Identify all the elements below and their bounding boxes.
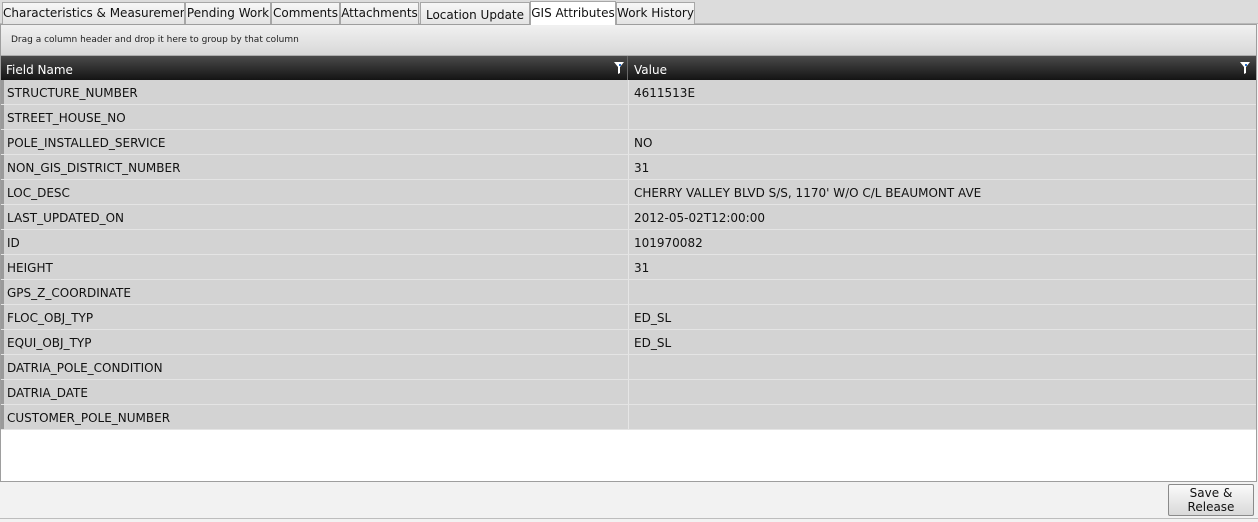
- value-cell[interactable]: 2012-05-02T12:00:00: [629, 205, 1256, 229]
- table-row[interactable]: DATRIA_DATE: [1, 380, 1256, 405]
- field-name-cell[interactable]: GPS_Z_COORDINATE: [1, 280, 629, 304]
- tab-comments[interactable]: Comments: [271, 2, 340, 24]
- save-release-button[interactable]: Save & Release: [1168, 484, 1254, 516]
- value-cell[interactable]: [629, 405, 1256, 429]
- field-name-cell[interactable]: DATRIA_POLE_CONDITION: [1, 355, 629, 379]
- field-name-cell[interactable]: ID: [1, 230, 629, 254]
- value-cell[interactable]: [629, 280, 1256, 304]
- grid-header: Field Name Value: [1, 56, 1256, 80]
- funnel-filter-icon[interactable]: [1240, 62, 1250, 74]
- column-header-field-name[interactable]: Field Name: [1, 56, 628, 80]
- column-header-label: Field Name: [6, 63, 73, 77]
- table-row[interactable]: NON_GIS_DISTRICT_NUMBER 31: [1, 155, 1256, 180]
- table-row[interactable]: LAST_UPDATED_ON 2012-05-02T12:00:00: [1, 205, 1256, 230]
- field-name-cell[interactable]: NON_GIS_DISTRICT_NUMBER: [1, 155, 629, 179]
- value-cell[interactable]: [629, 355, 1256, 379]
- tab-characteristics-measurements[interactable]: Characteristics & Measurements: [2, 2, 185, 24]
- field-name-cell[interactable]: DATRIA_DATE: [1, 380, 629, 404]
- group-by-drop-panel[interactable]: Drag a column header and drop it here to…: [1, 25, 1256, 56]
- column-header-value[interactable]: Value: [629, 56, 1256, 80]
- table-row[interactable]: STREET_HOUSE_NO: [1, 105, 1256, 130]
- field-name-cell[interactable]: HEIGHT: [1, 255, 629, 279]
- tab-pending-work[interactable]: Pending Work: [185, 2, 271, 24]
- table-row[interactable]: STRUCTURE_NUMBER 4611513E: [1, 80, 1256, 105]
- column-header-label: Value: [634, 63, 667, 77]
- value-cell[interactable]: 4611513E: [629, 80, 1256, 104]
- table-row[interactable]: ID 101970082: [1, 230, 1256, 255]
- grid-body: STRUCTURE_NUMBER 4611513E STREET_HOUSE_NO P…: [1, 80, 1256, 430]
- tab-gis-attributes[interactable]: GIS Attributes: [530, 1, 616, 25]
- tab-strip: Characteristics & Measurements Pending W…: [0, 0, 1258, 25]
- value-cell[interactable]: [629, 105, 1256, 129]
- field-name-cell[interactable]: STRUCTURE_NUMBER: [1, 80, 629, 104]
- value-cell[interactable]: 31: [629, 255, 1256, 279]
- tab-work-history[interactable]: Work History: [616, 2, 695, 24]
- field-name-cell[interactable]: FLOC_OBJ_TYP: [1, 305, 629, 329]
- table-row[interactable]: FLOC_OBJ_TYP ED_SL: [1, 305, 1256, 330]
- footer-bar: Save & Release: [0, 482, 1258, 522]
- value-cell[interactable]: ED_SL: [629, 305, 1256, 329]
- table-row[interactable]: DATRIA_POLE_CONDITION: [1, 355, 1256, 380]
- value-cell[interactable]: 31: [629, 155, 1256, 179]
- field-name-cell[interactable]: STREET_HOUSE_NO: [1, 105, 629, 129]
- field-name-cell[interactable]: CUSTOMER_POLE_NUMBER: [1, 405, 629, 429]
- field-name-cell[interactable]: POLE_INSTALLED_SERVICE: [1, 130, 629, 154]
- table-row[interactable]: EQUI_OBJ_TYP ED_SL: [1, 330, 1256, 355]
- value-cell[interactable]: NO: [629, 130, 1256, 154]
- gis-attributes-panel: Drag a column header and drop it here to…: [0, 24, 1257, 482]
- table-row[interactable]: POLE_INSTALLED_SERVICE NO: [1, 130, 1256, 155]
- funnel-filter-icon[interactable]: [614, 62, 624, 74]
- field-name-cell[interactable]: LAST_UPDATED_ON: [1, 205, 629, 229]
- tab-attachments[interactable]: Attachments: [340, 2, 419, 24]
- value-cell[interactable]: CHERRY VALLEY BLVD S/S, 1170' W/O C/L BE…: [629, 180, 1256, 204]
- value-cell[interactable]: [629, 380, 1256, 404]
- value-cell[interactable]: ED_SL: [629, 330, 1256, 354]
- table-row[interactable]: GPS_Z_COORDINATE: [1, 280, 1256, 305]
- field-name-cell[interactable]: EQUI_OBJ_TYP: [1, 330, 629, 354]
- table-row[interactable]: HEIGHT 31: [1, 255, 1256, 280]
- table-row[interactable]: CUSTOMER_POLE_NUMBER: [1, 405, 1256, 430]
- field-name-cell[interactable]: LOC_DESC: [1, 180, 629, 204]
- value-cell[interactable]: 101970082: [629, 230, 1256, 254]
- tab-location-update[interactable]: Location Update: [420, 2, 530, 24]
- table-row[interactable]: LOC_DESC CHERRY VALLEY BLVD S/S, 1170' W/…: [1, 180, 1256, 205]
- footer-divider: [0, 518, 1258, 519]
